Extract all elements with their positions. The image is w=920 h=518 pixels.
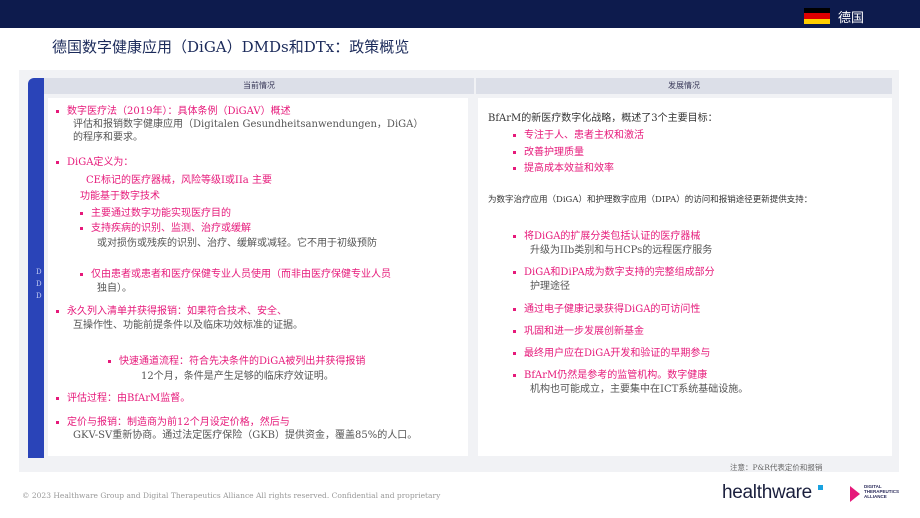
side-stripe-text: D — [36, 292, 42, 300]
page-title: 德国数字健康应用（DiGA）DMDs和DTx：政策概览 — [52, 38, 410, 56]
list-item: 巩固和进一步发展创新基金 — [513, 325, 644, 338]
top-bar: 德国 — [0, 0, 920, 28]
list-item: 定价与报销：制造商为前12个月设定价格，然后与 — [56, 416, 290, 429]
list-item: 评估过程：由BfArM监督。 — [56, 392, 190, 405]
list-item: 快速通道流程：符合先决条件的DiGA被列出并获得报销 — [108, 355, 365, 368]
list-item: 仅由患者或患者和医疗保健专业人员使用（而非由医疗保健专业人员 — [80, 268, 391, 281]
list-item: 主要通过数字功能实现医疗目的 — [80, 207, 231, 220]
list-item-text: 独自）。 — [97, 283, 132, 294]
list-item-text: 为数字治疗应用（DiGA）和护理数字应用（DIPA）的访问和报销途径更新提供支持… — [488, 195, 813, 205]
list-item: 通过电子健康记录获得DiGA的可访问性 — [513, 303, 700, 316]
list-item: 将DiGA的扩展分类包括认证的医疗器械 — [513, 230, 700, 243]
list-item-text: BfArM的新医疗数字化战略，概述了3个主要目标： — [488, 113, 718, 124]
list-item-text: 功能基于数字技术 — [80, 191, 160, 202]
dta-logo: DIGITAL THERAPEUTICS ALLIANCE — [850, 484, 899, 504]
footnote: 注意：P&R代表定价和报销 — [730, 463, 823, 472]
side-stripe-text: D — [36, 268, 42, 276]
germany-flag-icon — [804, 8, 830, 24]
side-stripe: D D D — [28, 78, 44, 458]
column-header-current: 当前情况 — [44, 78, 474, 94]
healthware-logo: healthware — [722, 482, 812, 503]
list-item: DiGA和DiPA成为数字支持的完整组成部分 — [513, 266, 715, 279]
list-item-text: 或对损伤或残疾的识别、治疗、缓解或减轻。它不用于初级预防 — [97, 238, 377, 249]
list-item: 支持疾病的识别、监测、治疗或缓解 — [80, 222, 251, 235]
list-item-text: CE标记的医疗器械，风险等级I或IIa 主要 — [86, 175, 272, 186]
country-label: 德国 — [838, 11, 865, 26]
list-item-text: 的程序和要求。 — [73, 132, 143, 143]
column-header-development: 发展情况 — [476, 78, 892, 94]
list-item-text: 12个月，条件是产生足够的临床疗效证明。 — [141, 371, 334, 382]
list-item: 数字医疗法（2019年）：具体条例（DiGAV）概述 — [56, 105, 291, 118]
list-item-text: 互操作性、功能前提条件以及临床功效标准的证据。 — [73, 320, 303, 331]
list-item-text: GKV-SV重新协商。通过法定医疗保险（GKB）提供资金，覆盖85%的人口。 — [73, 430, 418, 441]
dta-logo-mark-icon — [850, 486, 860, 502]
healthware-logo-dot — [818, 485, 823, 490]
list-item: 专注于人、患者主权和激活 — [513, 129, 644, 142]
copyright-footer: © 2023 Healthware Group and Digital Ther… — [22, 491, 441, 500]
list-item-text: 评估和报销数字健康应用（Digitalen Gesundheitsanwendu… — [73, 119, 424, 130]
list-item: 最终用户应在DiGA开发和验证的早期参与 — [513, 347, 710, 360]
list-item: 永久列入清单并获得报销：如果符合技术、安全、 — [56, 305, 287, 318]
list-item-text: 升级为IIb类别和与HCPs的远程医疗服务 — [530, 245, 713, 256]
side-stripe-text: D — [36, 280, 42, 288]
list-item: 改善护理质量 — [513, 146, 584, 159]
list-item: BfArM仍然是参考的监管机构。数字健康 — [513, 369, 707, 382]
list-item: DiGA定义为： — [56, 156, 133, 169]
list-item-text: 护理途径 — [530, 281, 570, 292]
list-item-text: 机构也可能成立，主要集中在ICT系统基础设施。 — [530, 384, 749, 395]
list-item: 提高成本效益和效率 — [513, 162, 614, 175]
